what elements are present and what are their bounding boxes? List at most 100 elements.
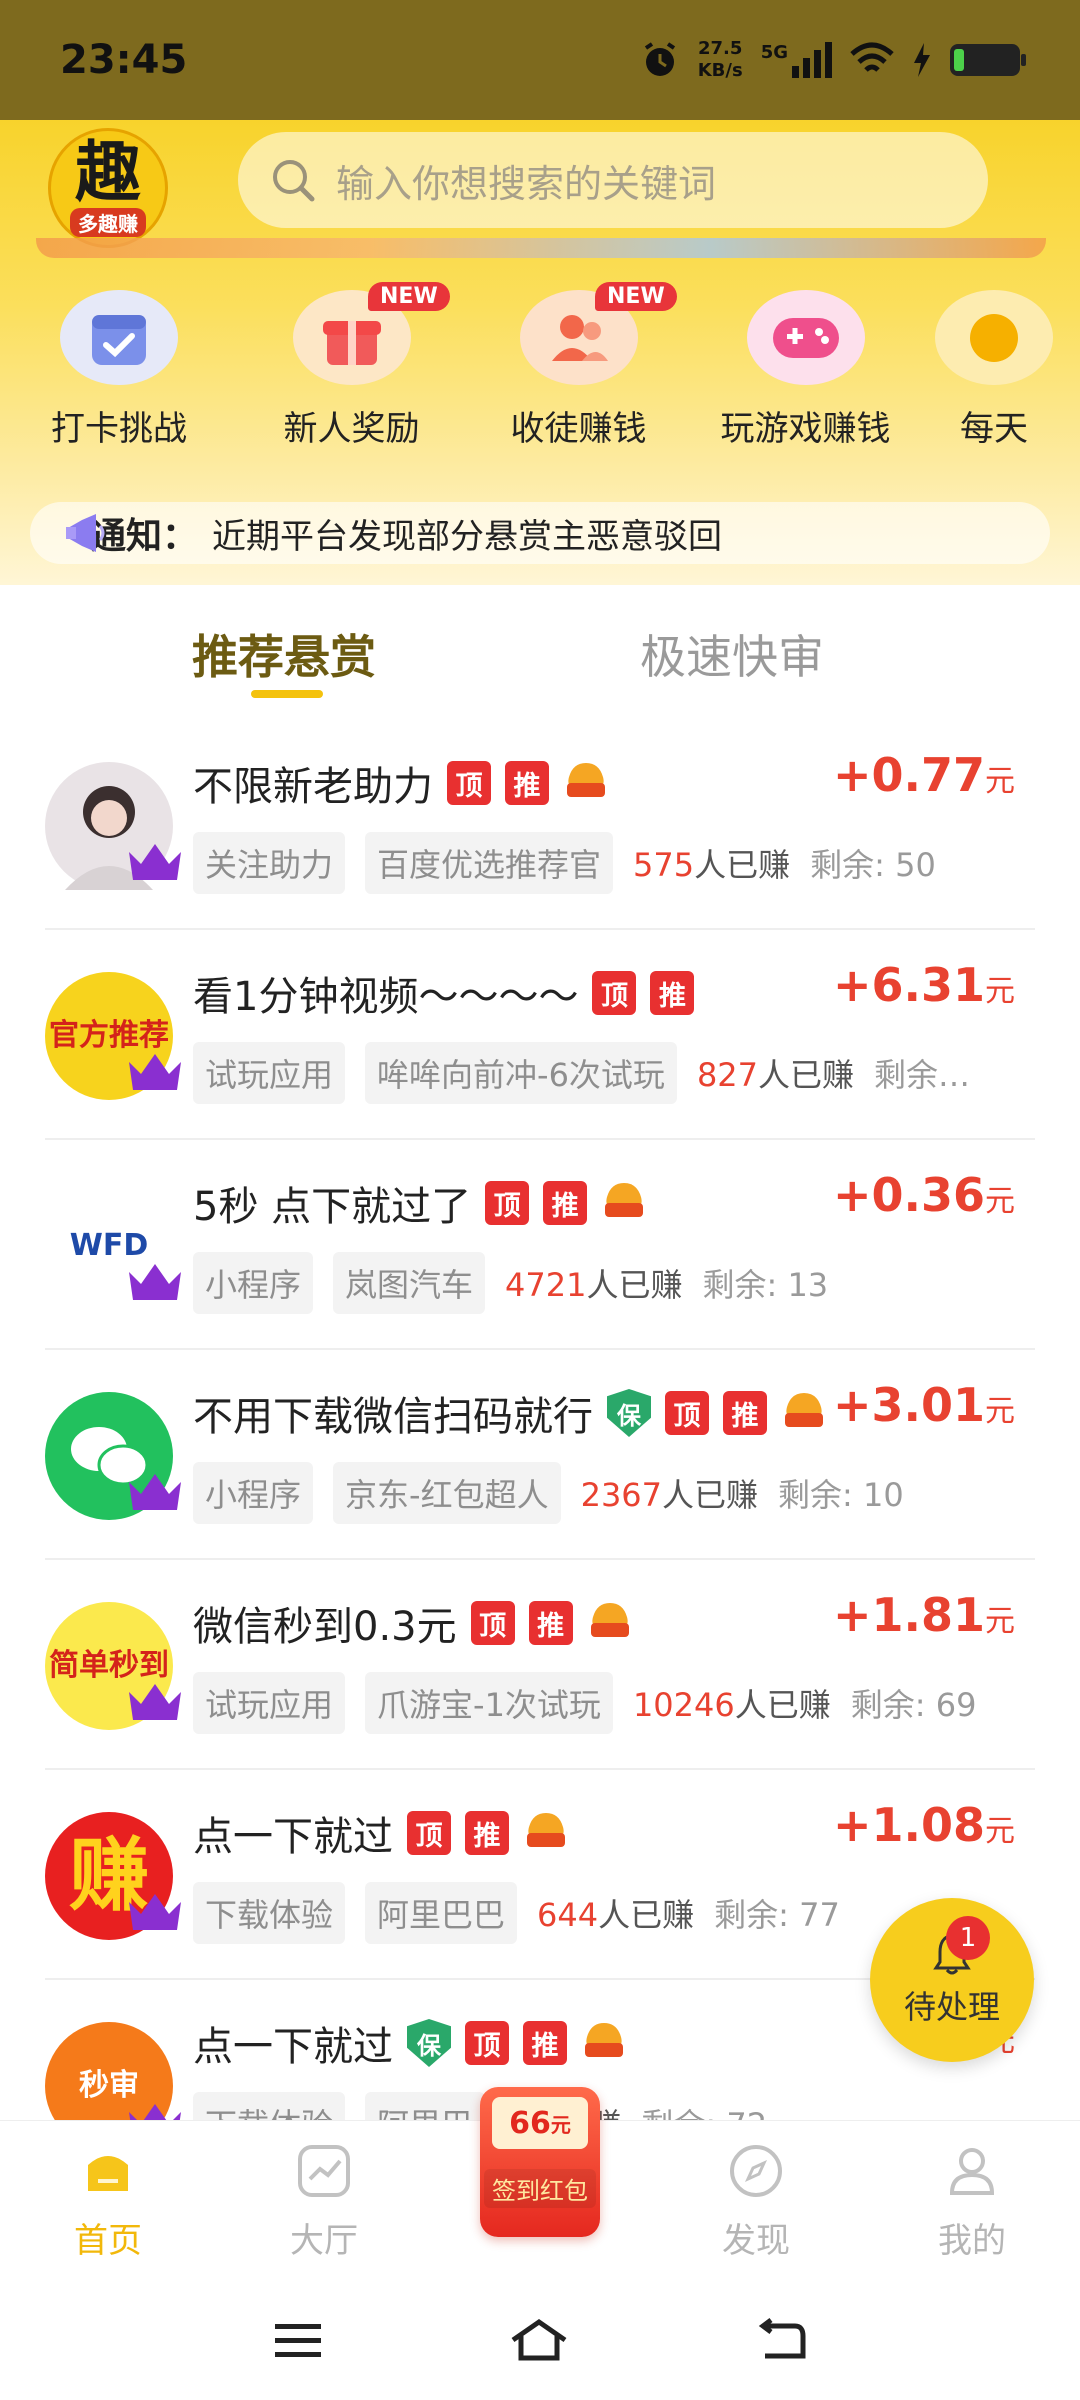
tab-fast-review[interactable]: 极速快审: [640, 621, 824, 687]
pending-label: 待处理: [903, 1988, 1000, 2026]
system-nav: [0, 2280, 1080, 2400]
back-icon[interactable]: [755, 2318, 807, 2362]
task-title: 不用下载微信扫码就行: [193, 1394, 593, 1440]
reward-unit: 元: [985, 764, 1015, 799]
task-title-line: 微信秒到0.3元顶推: [193, 1594, 633, 1652]
quick-item-daily[interactable]: 每天: [919, 290, 1069, 450]
top-badge: 顶: [447, 761, 491, 805]
earned-number: 644: [537, 1896, 599, 1934]
quick-item-label: 新人奖励: [283, 409, 420, 449]
crown-icon: [129, 844, 181, 880]
nav-profile[interactable]: 我的: [864, 2121, 1080, 2280]
quick-item-label: 打卡挑战: [51, 409, 187, 449]
earned-count: 10246人已赚: [633, 1680, 831, 1726]
task-avatar: WFD: [45, 1182, 181, 1310]
nav-label: 大厅: [290, 2221, 358, 2261]
task-avatar: [45, 1392, 181, 1520]
redpack-label: 签到红包: [484, 2169, 596, 2208]
task-title-line: 不限新老助力顶推: [193, 754, 609, 812]
task-tag: 关注助力: [193, 832, 346, 894]
nav-label: 发现: [722, 2221, 790, 2261]
task-tag: 爪游宝-1次试玩: [365, 1672, 613, 1734]
earned-suffix: 人已赚: [598, 1896, 695, 1934]
crown-icon: [129, 1264, 181, 1300]
signal-icon: 5G: [761, 42, 832, 78]
quick-item-games[interactable]: 玩游戏赚钱: [692, 290, 919, 450]
remaining-count: 剩余: 69: [850, 1686, 977, 1724]
nav-discover[interactable]: 发现: [648, 2121, 864, 2280]
top-badge: 顶: [465, 2021, 509, 2065]
task-tag: 下载体验: [193, 1882, 346, 1944]
task-tag: 试玩应用: [193, 1042, 346, 1104]
task-row[interactable]: 不限新老助力顶推 +0.77元 关注助力 百度优选推荐官 575人已赚 剩余: 50: [45, 720, 1035, 930]
quick-item-recruit[interactable]: NEW 收徒赚钱: [465, 282, 692, 450]
task-row[interactable]: 官方推荐 看1分钟视频～～～～ 顶推 +6.31元 试玩应用 哞哞向前冲-6次试玩 827人…: [45, 930, 1035, 1140]
earned-number: 4721: [505, 1266, 587, 1304]
crown-icon: [129, 1474, 181, 1510]
reward-amount: +3.01: [832, 1378, 985, 1432]
task-title-line: 看1分钟视频～～～～ 顶推: [193, 964, 695, 1022]
remaining-count: 剩余: 50: [810, 846, 936, 884]
network-type: 5G: [760, 42, 788, 63]
task-row[interactable]: WFD 5秒 点下就过了顶推 +0.36元 小程序 岚图汽车 4721人已赚 剩余: 13: [45, 1140, 1035, 1350]
remaining-count: 剩余: 72: [641, 2100, 767, 2120]
task-meta: 试玩应用 爪游宝-1次试玩 10246人已赚 剩余: 69: [193, 1672, 976, 1734]
crown-icon: [129, 1894, 181, 1930]
tab-recommended[interactable]: 推荐悬赏: [192, 621, 376, 687]
earned-number: 827: [696, 1056, 759, 1094]
guarantee-badge: 保: [407, 2019, 451, 2067]
menu-icon[interactable]: [273, 2320, 323, 2360]
red-packet-icon: 66 元 签到红包: [480, 2087, 600, 2237]
nav-label: 首页: [74, 2221, 142, 2261]
compass-icon: [730, 2145, 782, 2197]
alarm-icon: [644, 42, 675, 76]
new-badge: NEW: [595, 282, 677, 311]
reward-amount: +0.77: [832, 748, 985, 802]
app-logo[interactable]: 趣 多趣赚: [48, 128, 168, 248]
quick-item-label: 每天: [960, 409, 1028, 449]
nav-signin-redpack[interactable]: 66 元 签到红包: [432, 2087, 648, 2280]
task-avatar: 官方推荐: [45, 972, 181, 1100]
reward-amount: +1.08: [832, 1798, 985, 1852]
task-title-line: 点一下就过顶推: [193, 1804, 569, 1862]
home-nav-icon[interactable]: [509, 2318, 569, 2362]
task-tag: 试玩应用: [193, 1672, 346, 1734]
search-icon: [273, 160, 315, 202]
task-tabs: 推荐悬赏 极速快审: [0, 585, 1080, 695]
charging-icon: [914, 43, 930, 77]
bottom-nav: 首页 大厅 66 元 签到红包 发现 我的: [0, 2087, 1080, 2280]
quick-item-checkin[interactable]: 打卡挑战: [0, 290, 238, 450]
fast-review-icon: [605, 1183, 644, 1217]
task-row[interactable]: 简单秒到 微信秒到0.3元顶推 +1.81元 试玩应用 爪游宝-1次试玩 10246人已赚…: [45, 1560, 1035, 1770]
reward-unit: 元: [985, 974, 1015, 1009]
earned-count: 4721人已赚: [505, 1260, 682, 1306]
task-reward: +1.08元: [833, 1798, 1015, 1852]
quick-item-newbie[interactable]: NEW 新人奖励: [238, 282, 465, 450]
task-title: 点一下就过: [193, 2024, 393, 2070]
earned-count: 2367人已赚: [581, 1470, 758, 1516]
remaining-count: 剩余…: [874, 1056, 971, 1094]
status-bar: 23:45 27.5 KB/s 5G: [0, 0, 1080, 120]
crown-icon: [129, 2104, 181, 2120]
nav-home[interactable]: 首页: [0, 2121, 216, 2280]
task-tag: 京东-红包超人: [333, 1462, 561, 1524]
earned-suffix: 人已赚: [734, 1686, 831, 1724]
calendar-check-icon: [60, 290, 178, 385]
quick-actions: 打卡挑战 NEW 新人奖励 NEW 收徒赚钱 玩游戏赚钱 每天: [0, 282, 1080, 450]
banner-strip[interactable]: [36, 238, 1046, 258]
gamepad-icon: [746, 290, 865, 385]
task-tag: 小程序: [193, 1252, 314, 1314]
earned-count: 644人已赚: [537, 1890, 694, 1936]
notice-bar[interactable]: 通知： 近期平台发现部分悬赏主恶意驳回: [30, 502, 1050, 564]
task-avatar: 简单秒到: [45, 1602, 181, 1730]
task-avatar: 赚: [45, 1812, 181, 1940]
nav-hall[interactable]: 大厅: [216, 2121, 432, 2280]
net-speed: 27.5 KB/s: [698, 38, 743, 82]
task-avatar: [45, 762, 181, 890]
recommend-badge: 推: [543, 1181, 588, 1225]
task-row[interactable]: 不用下载微信扫码就行保顶推 +3.01元 小程序 京东-红包超人 2367人已赚 剩余: …: [45, 1350, 1035, 1560]
pending-button[interactable]: 1 待处理: [870, 1898, 1034, 2062]
earned-count: 827人已赚: [697, 1050, 854, 1096]
search-bar[interactable]: 输入你想搜索的关键词: [238, 132, 988, 228]
chart-icon: [298, 2145, 350, 2197]
